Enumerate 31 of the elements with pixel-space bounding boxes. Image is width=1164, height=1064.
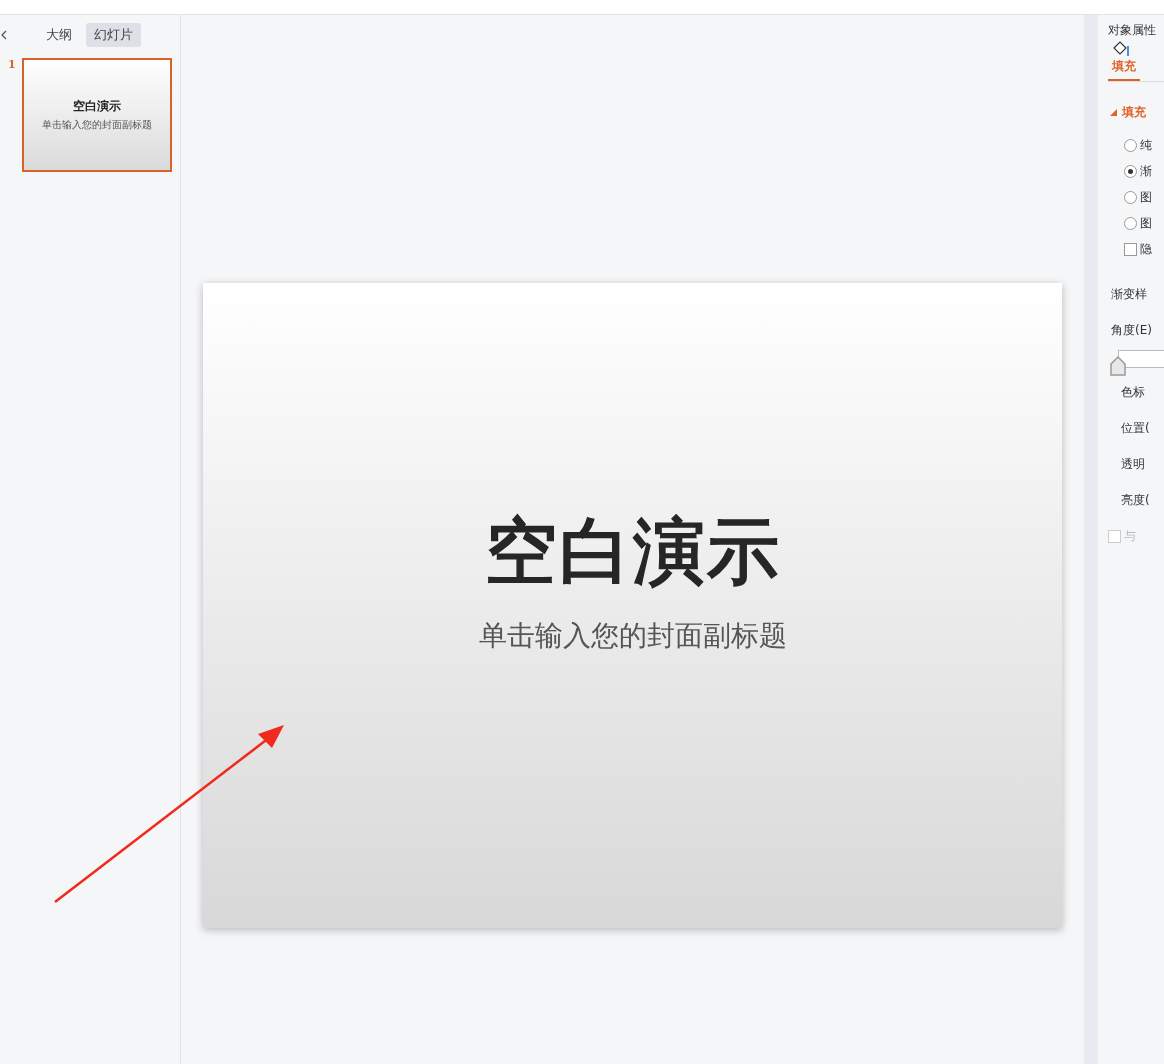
slide-number: 1 xyxy=(8,58,17,71)
checkbox[interactable] xyxy=(1124,243,1137,256)
paint-bucket-icon xyxy=(1112,40,1132,58)
field-label: 色标 xyxy=(1120,384,1146,401)
option-label: 图 xyxy=(1140,215,1152,232)
field-label: 位置( xyxy=(1120,420,1151,437)
option-label: 隐 xyxy=(1140,241,1152,258)
slide-canvas[interactable]: 空白演示 单击输入您的封面副标题 xyxy=(203,283,1062,928)
slide-thumbnail[interactable]: 空白演示 单击输入您的封面副标题 xyxy=(22,58,172,172)
field-label: 亮度( xyxy=(1120,492,1151,509)
scrollbar[interactable] xyxy=(1084,15,1098,1064)
slide-subtitle[interactable]: 单击输入您的封面副标题 xyxy=(478,617,787,655)
option-label: 图 xyxy=(1140,189,1152,206)
option-label: 渐 xyxy=(1140,163,1152,180)
field-label: 角度(E) xyxy=(1110,322,1153,339)
radio-button[interactable] xyxy=(1124,165,1137,178)
radio-button[interactable] xyxy=(1124,217,1137,230)
radio-button[interactable] xyxy=(1124,191,1137,204)
panel-tab[interactable]: 大纲 xyxy=(38,23,80,47)
thumbnail-subtitle: 单击输入您的封面副标题 xyxy=(42,118,152,132)
slider-thumb[interactable] xyxy=(1110,356,1126,376)
thumbnail-title: 空白演示 xyxy=(73,98,121,115)
panel-tab[interactable]: 幻灯片 xyxy=(86,23,141,47)
field-label: 透明 xyxy=(1120,456,1146,473)
option-label: 与 xyxy=(1124,528,1136,545)
panel-title: 对象属性 xyxy=(1108,21,1156,39)
radio-button[interactable] xyxy=(1124,139,1137,152)
field-label: 渐变样 xyxy=(1110,286,1148,303)
slide-title[interactable]: 空白演示 xyxy=(484,515,781,587)
option-label: 纯 xyxy=(1140,137,1152,154)
expanded-triangle-icon[interactable] xyxy=(1110,109,1117,116)
